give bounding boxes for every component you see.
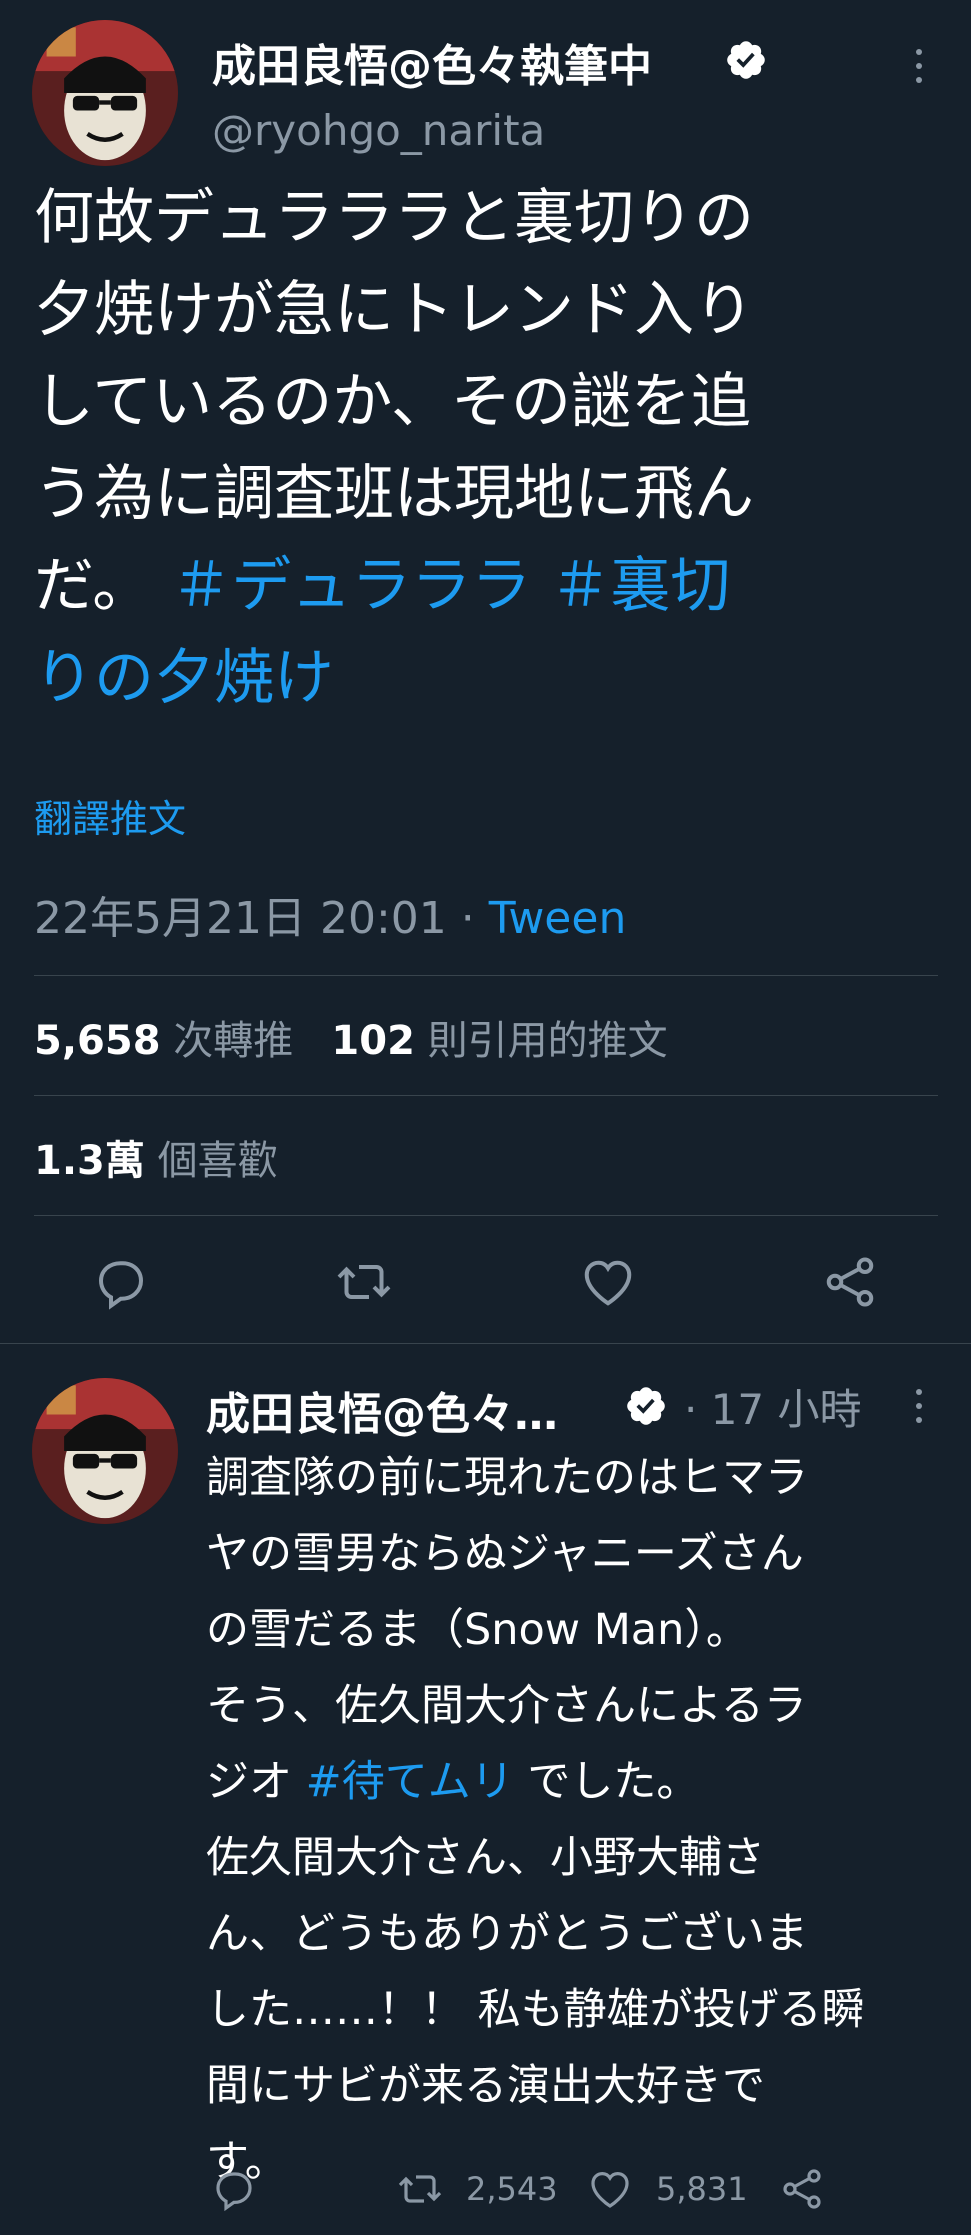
divider bbox=[34, 1095, 938, 1096]
reply-icon[interactable] bbox=[210, 2165, 258, 2213]
tweet-text-line: しているのか、その謎を追 bbox=[34, 367, 751, 437]
divider bbox=[0, 1343, 971, 1344]
author-handle[interactable]: @ryohgo_narita bbox=[212, 106, 545, 155]
tweet-text-line: りの夕焼け bbox=[34, 632, 934, 724]
divider bbox=[34, 975, 938, 976]
tweet-timestamp[interactable]: 22年5月21日 20:01 · bbox=[34, 893, 489, 944]
engagement-stats: 5,658 次轉推 102 則引用的推文 bbox=[34, 1008, 668, 1066]
reply-text-line: の雪だるま（Snow Man）。 bbox=[206, 1605, 749, 1655]
divider bbox=[34, 1215, 938, 1216]
reply-text-line: ん、どうもありがとうございま bbox=[206, 1909, 808, 1959]
reply-text: 調査隊の前に現れたのはヒマラ ヤの雪男ならぬジャニーズさん の雪だるま（Snow… bbox=[206, 1440, 946, 2200]
quotes-stat[interactable]: 102 則引用的推文 bbox=[331, 1018, 667, 1064]
avatar-image bbox=[32, 1378, 178, 1524]
tweet-text-line: だ。 ＃デュラララ ＃裏切 bbox=[34, 551, 731, 621]
reply-icon[interactable] bbox=[91, 1252, 151, 1312]
reply-text-line: ヤの雪男ならぬジャニーズさん bbox=[206, 1529, 804, 1579]
tweet-source-link[interactable]: Tween bbox=[489, 893, 627, 944]
like-count: 5,831 bbox=[656, 2170, 748, 2208]
retweet-icon[interactable] bbox=[334, 1252, 394, 1312]
reply-text-line: 調査隊の前に現れたのはヒマラ bbox=[206, 1453, 808, 1503]
tweet-text-line: 夕焼けが急にトレンド入り bbox=[34, 275, 754, 345]
reply-author-name[interactable]: 成田良悟@色々… bbox=[206, 1378, 558, 1442]
share-icon[interactable] bbox=[820, 1252, 880, 1312]
share-icon[interactable] bbox=[778, 2165, 826, 2213]
verified-badge-icon bbox=[624, 1384, 668, 1428]
tweet-text-line: 何故デュラララと裏切りの bbox=[34, 183, 754, 253]
tweet-meta: 22年5月21日 20:01 · Tween bbox=[34, 882, 626, 946]
author-avatar[interactable] bbox=[32, 20, 178, 166]
retweets-stat[interactable]: 5,658 次轉推 bbox=[34, 1018, 293, 1064]
likes-stat[interactable]: 1.3萬 個喜歡 bbox=[34, 1128, 278, 1186]
verified-badge-icon bbox=[724, 38, 768, 82]
hashtag-link[interactable]: #待てムリ bbox=[306, 1757, 514, 1807]
reply-timestamp[interactable]: · 17 小時 bbox=[684, 1376, 862, 1437]
reply-text-line: す。 bbox=[206, 2137, 288, 2187]
translate-tweet-link[interactable]: 翻譯推文 bbox=[34, 788, 186, 843]
reply-text-line: 佐久間大介さん、小野大輔さ bbox=[206, 1833, 765, 1883]
retweet-icon[interactable] bbox=[396, 2165, 444, 2213]
reply-author-avatar[interactable] bbox=[32, 1378, 178, 1524]
author-name[interactable]: 成田良悟@色々執筆中 bbox=[212, 30, 652, 94]
more-icon[interactable] bbox=[912, 46, 926, 86]
hashtag-link[interactable]: ＃デュラララ bbox=[171, 551, 531, 621]
like-icon[interactable] bbox=[578, 1252, 638, 1312]
reply-text-line: した……！！ 私も静雄が投げる瞬 bbox=[206, 1985, 865, 2035]
reply-text-line: そう、佐久間大介さんによるラ bbox=[206, 1681, 807, 1731]
hashtag-link[interactable]: ＃裏切 bbox=[550, 551, 730, 621]
more-icon[interactable] bbox=[912, 1386, 926, 1426]
reply-text-line: ジオ #待てムリ でした。 bbox=[206, 1757, 700, 1807]
like-icon[interactable] bbox=[586, 2165, 634, 2213]
tweet-text-line: う為に調査班は現地に飛ん bbox=[34, 459, 754, 529]
reply-text-line: 間にサビが来る演出大好きで bbox=[206, 2061, 765, 2111]
avatar-image bbox=[32, 20, 178, 166]
retweet-count: 2,543 bbox=[466, 2170, 558, 2208]
tweet-text: 何故デュラララと裏切りの 夕焼けが急にトレンド入り しているのか、その謎を追 う… bbox=[34, 172, 934, 724]
hashtag-link[interactable]: りの夕焼け bbox=[34, 643, 334, 713]
